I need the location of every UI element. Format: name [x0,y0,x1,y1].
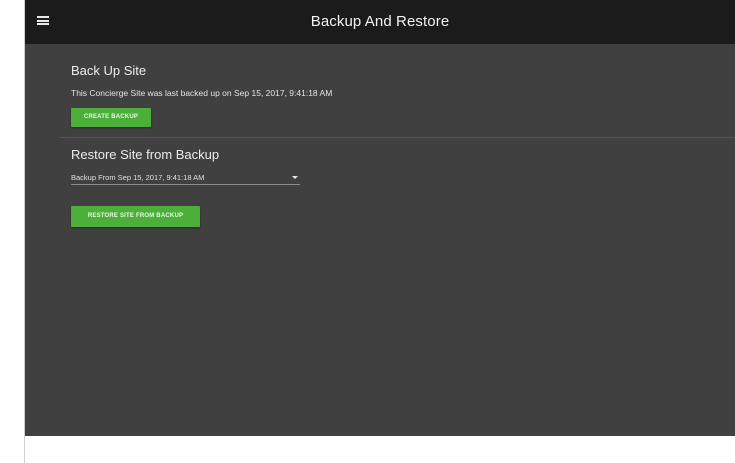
selected-backup-value: Backup From Sep 15, 2017, 9:41:18 AM [71,173,205,182]
create-backup-button[interactable]: CREATE BACKUP [71,108,151,127]
backup-section-heading: Back Up Site [71,63,147,78]
app-bar: Backup And Restore [25,0,735,44]
backup-select-dropdown[interactable]: Backup From Sep 15, 2017, 9:41:18 AM [71,170,300,185]
section-divider [60,137,735,138]
restore-section-heading: Restore Site from Backup [71,147,220,162]
restore-site-button[interactable]: RESTORE SITE FROM BACKUP [71,206,200,227]
page-title: Backup And Restore [310,13,450,30]
app-window: Backup And Restore Back Up Site This Con… [25,0,735,436]
caret-down-icon [292,176,298,179]
last-backup-description: This Concierge Site was last backed up o… [71,88,333,98]
page-left-border [0,0,25,463]
